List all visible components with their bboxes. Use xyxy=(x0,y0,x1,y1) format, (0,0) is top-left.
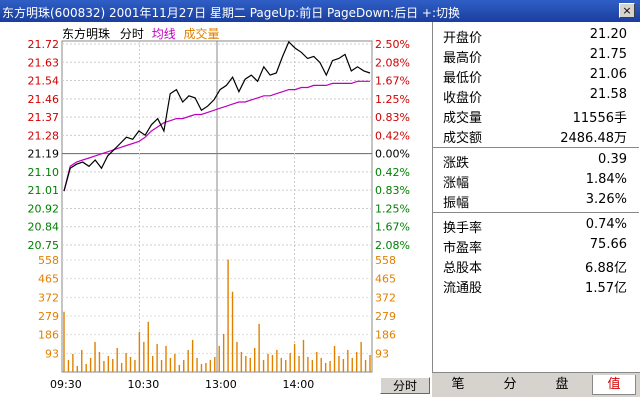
quote-label: 涨跌 xyxy=(443,156,470,171)
panel-divider xyxy=(433,147,639,148)
volume-tick-label: 279 xyxy=(38,310,59,323)
quote-row: 流通股 1.57亿 xyxy=(433,276,639,296)
fenshi-button[interactable]: 分时 xyxy=(380,377,430,394)
price-tick-label: 20.75 xyxy=(28,239,60,252)
quote-row: 开盘价 21.20 xyxy=(433,26,639,46)
tab-minutes[interactable]: 分 xyxy=(488,375,532,395)
volume-tick-label-right: 186 xyxy=(375,329,396,342)
legend-stock-name: 东方明珠 xyxy=(62,27,111,41)
quote-value: 21.06 xyxy=(589,67,627,82)
quote-row: 成交额 2486.48万 xyxy=(433,126,639,146)
pct-tick-label: 0.42% xyxy=(375,129,410,142)
price-tick-label: 20.84 xyxy=(28,221,60,234)
time-label: 14:00 xyxy=(283,378,315,391)
quote-label: 流通股 xyxy=(443,281,483,296)
price-tick-label: 21.46 xyxy=(28,93,60,106)
quote-row: 市盈率 75.66 xyxy=(433,236,639,256)
quote-row: 最低价 21.06 xyxy=(433,66,639,86)
pct-tick-label: 0.83% xyxy=(375,111,410,124)
quote-panel: 开盘价 21.20 最高价 21.75 最低价 21.06 收盘价 21.58 成交量 11556… xyxy=(432,22,640,397)
panel-tabs: 笔 分 盘 值 xyxy=(432,372,640,397)
price-tick-label: 21.28 xyxy=(28,129,60,142)
legend-avg-line: 均线 xyxy=(151,27,176,41)
quote-value: 21.58 xyxy=(589,87,627,102)
legend-volume: 成交量 xyxy=(183,27,220,41)
pct-tick-label: 2.08% xyxy=(375,239,410,252)
quote-row: 总股本 6.88亿 xyxy=(433,256,639,276)
quote-row: 涨幅 1.84% xyxy=(433,171,639,191)
quote-label: 最高价 xyxy=(443,51,483,66)
quote-value: 21.75 xyxy=(589,47,627,62)
pct-tick-label: 0.00% xyxy=(375,148,410,161)
volume-tick-label: 372 xyxy=(38,291,59,304)
quote-row: 振幅 3.26% xyxy=(433,191,639,211)
panel-divider xyxy=(433,212,639,213)
pct-tick-label: 1.67% xyxy=(375,221,410,234)
price-tick-label: 21.72 xyxy=(28,38,60,51)
quote-value: 1.84% xyxy=(585,172,627,187)
tab-values[interactable]: 值 xyxy=(592,375,636,395)
legend-mode: 分时 xyxy=(119,27,144,41)
volume-tick-label: 93 xyxy=(45,347,59,360)
price-tick-label: 21.10 xyxy=(28,166,60,179)
tab-orderbook[interactable]: 盘 xyxy=(540,375,584,395)
price-tick-label: 21.54 xyxy=(28,75,60,88)
quote-value: 6.88亿 xyxy=(585,261,627,276)
pct-tick-label: 2.08% xyxy=(375,56,410,69)
pct-tick-label: 1.25% xyxy=(375,93,410,106)
price-tick-label: 21.37 xyxy=(28,111,60,124)
volume-tick-label: 465 xyxy=(38,273,59,286)
chart-legend: 东方明珠 分时 均线 成交量 xyxy=(62,25,220,42)
quote-label: 换手率 xyxy=(443,221,483,236)
price-tick-label: 21.63 xyxy=(28,56,60,69)
tab-trades[interactable]: 笔 xyxy=(436,375,480,395)
time-label: 09:30 xyxy=(50,378,82,391)
quote-label: 收盘价 xyxy=(443,91,483,106)
quote-row: 换手率 0.74% xyxy=(433,216,639,236)
time-label: 10:30 xyxy=(128,378,160,391)
quote-row: 涨跌 0.39 xyxy=(433,151,639,171)
volume-tick-label-right: 465 xyxy=(375,273,396,286)
volume-tick-label-right: 372 xyxy=(375,291,396,304)
quote-value: 21.20 xyxy=(589,27,627,42)
quote-label: 成交额 xyxy=(443,131,483,146)
volume-tick-label-right: 279 xyxy=(375,310,396,323)
price-tick-label: 20.92 xyxy=(28,202,60,215)
volume-tick-label: 186 xyxy=(38,329,59,342)
volume-tick-label-right: 93 xyxy=(375,347,389,360)
chart-canvas: 21.72 2.50% 21.63 2.08% 21.54 1.67% 21.46 1.25%… xyxy=(28,38,410,391)
pct-tick-label: 2.50% xyxy=(375,38,410,51)
time-label: 13:00 xyxy=(205,378,237,391)
pct-tick-label: 0.42% xyxy=(375,166,410,179)
quote-row: 最高价 21.75 xyxy=(433,46,639,66)
quote-value: 75.66 xyxy=(589,237,627,252)
quote-label: 振幅 xyxy=(443,196,470,211)
quote-value: 1.57亿 xyxy=(585,281,627,296)
intraday-chart[interactable]: 21.72 2.50% 21.63 2.08% 21.54 1.67% 21.46 1.25%… xyxy=(0,22,432,397)
window-title: 东方明珠(600832) 2001年11月27日 星期二 PageUp:前日 P… xyxy=(2,6,461,20)
quote-label: 市盈率 xyxy=(443,241,483,256)
pct-tick-label: 1.67% xyxy=(375,75,410,88)
volume-tick-label-right: 558 xyxy=(375,254,396,267)
quote-value: 0.74% xyxy=(585,217,627,232)
quote-value: 11556手 xyxy=(572,111,627,126)
pct-tick-label: 0.83% xyxy=(375,184,410,197)
title-bar: 东方明珠(600832) 2001年11月27日 星期二 PageUp:前日 P… xyxy=(0,0,640,22)
quote-label: 开盘价 xyxy=(443,31,483,46)
price-tick-label: 21.19 xyxy=(28,148,60,161)
quote-value: 2486.48万 xyxy=(560,131,627,146)
volume-tick-label: 558 xyxy=(38,254,59,267)
pct-tick-label: 1.25% xyxy=(375,202,410,215)
quote-value: 3.26% xyxy=(585,192,627,207)
close-button[interactable]: × xyxy=(619,3,635,18)
price-tick-label: 21.01 xyxy=(28,184,60,197)
quote-label: 最低价 xyxy=(443,71,483,86)
quote-label: 总股本 xyxy=(443,261,483,276)
quote-label: 涨幅 xyxy=(443,176,470,191)
quote-value: 0.39 xyxy=(598,152,627,167)
quote-label: 成交量 xyxy=(443,111,483,126)
quote-row: 收盘价 21.58 xyxy=(433,86,639,106)
quote-row: 成交量 11556手 xyxy=(433,106,639,126)
